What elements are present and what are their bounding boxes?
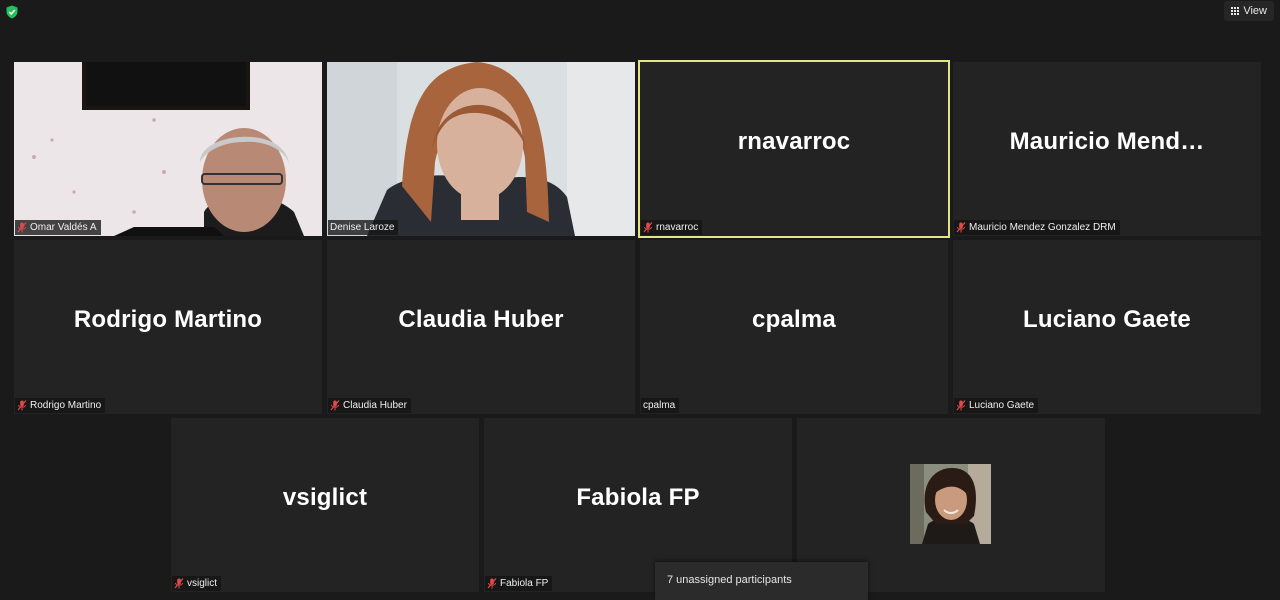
participant-video bbox=[327, 62, 635, 236]
unassigned-participants-panel[interactable]: 7 unassigned participants bbox=[655, 562, 868, 600]
participant-video bbox=[14, 62, 322, 236]
participant-display-name: cpalma bbox=[752, 306, 836, 333]
participant-display-name: Rodrigo Martino bbox=[73, 306, 263, 333]
participant-nametag: vsiglict bbox=[172, 576, 222, 591]
participant-name: Mauricio Mendez Gonzalez DRM bbox=[969, 222, 1116, 233]
participant-display-name: vsiglict bbox=[282, 484, 368, 511]
participant-name: Omar Valdés A bbox=[30, 222, 97, 233]
participant-tile-mauricio[interactable]: Mauricio Mend… Mauricio Mendez Gonzalez … bbox=[953, 62, 1261, 236]
participant-nametag: Claudia Huber bbox=[328, 398, 411, 413]
participant-tile-cpalma[interactable]: cpalma cpalma bbox=[640, 240, 948, 414]
muted-mic-icon bbox=[487, 578, 497, 589]
participant-name: Fabiola FP bbox=[500, 578, 549, 589]
participant-tile-denise[interactable]: Denise Laroze bbox=[327, 62, 635, 236]
participant-display-name: Mauricio Mend… bbox=[1009, 128, 1205, 155]
grid-view-icon bbox=[1231, 7, 1240, 15]
shield-check-icon[interactable] bbox=[5, 5, 19, 19]
participant-display-name: Luciano Gaete bbox=[1023, 306, 1191, 333]
participant-name: Luciano Gaete bbox=[969, 400, 1035, 411]
participant-name: rnavarroc bbox=[656, 222, 699, 233]
muted-mic-icon bbox=[17, 400, 27, 411]
meeting-gallery: View Omar Valdés A Denise Laroze rnavarr… bbox=[0, 0, 1280, 600]
participant-tile-vsiglict[interactable]: vsiglict vsiglict bbox=[171, 418, 479, 592]
participant-tile-claudia[interactable]: Claudia Huber Claudia Huber bbox=[327, 240, 635, 414]
view-button[interactable]: View bbox=[1224, 1, 1274, 21]
participant-nametag: cpalma bbox=[641, 398, 680, 413]
participant-name: Rodrigo Martino bbox=[30, 400, 102, 411]
participant-name: Claudia Huber bbox=[343, 400, 407, 411]
participant-nametag: rnavarroc bbox=[641, 220, 703, 235]
participant-nametag: Omar Valdés A bbox=[15, 220, 101, 235]
participant-nametag: Fabiola FP bbox=[485, 576, 553, 591]
participant-nametag: Rodrigo Martino bbox=[15, 398, 106, 413]
participant-nametag: Luciano Gaete bbox=[954, 398, 1039, 413]
participant-name: vsiglict bbox=[187, 578, 218, 589]
participant-tile-rodrigo[interactable]: Rodrigo Martino Rodrigo Martino bbox=[14, 240, 322, 414]
muted-mic-icon bbox=[174, 578, 184, 589]
participant-tile-luciano[interactable]: Luciano Gaete Luciano Gaete bbox=[953, 240, 1261, 414]
participant-tile-rnavarroc[interactable]: rnavarroc rnavarroc bbox=[638, 60, 950, 238]
participant-avatar bbox=[910, 464, 991, 544]
participant-name: cpalma bbox=[643, 400, 676, 411]
participant-display-name: Claudia Huber bbox=[398, 306, 564, 333]
muted-mic-icon bbox=[17, 222, 27, 233]
muted-mic-icon bbox=[330, 400, 340, 411]
participant-display-name: rnavarroc bbox=[737, 128, 851, 155]
muted-mic-icon bbox=[956, 222, 966, 233]
muted-mic-icon bbox=[956, 400, 966, 411]
unassigned-participants-label: 7 unassigned participants bbox=[667, 574, 792, 586]
muted-mic-icon bbox=[643, 222, 653, 233]
view-button-label: View bbox=[1243, 5, 1267, 17]
participant-tile-omar[interactable]: Omar Valdés A bbox=[14, 62, 322, 236]
participant-nametag: Denise Laroze bbox=[328, 220, 399, 235]
participant-nametag: Mauricio Mendez Gonzalez DRM bbox=[954, 220, 1120, 235]
participant-display-name: Fabiola FP bbox=[576, 484, 700, 511]
participant-name: Denise Laroze bbox=[330, 222, 395, 233]
